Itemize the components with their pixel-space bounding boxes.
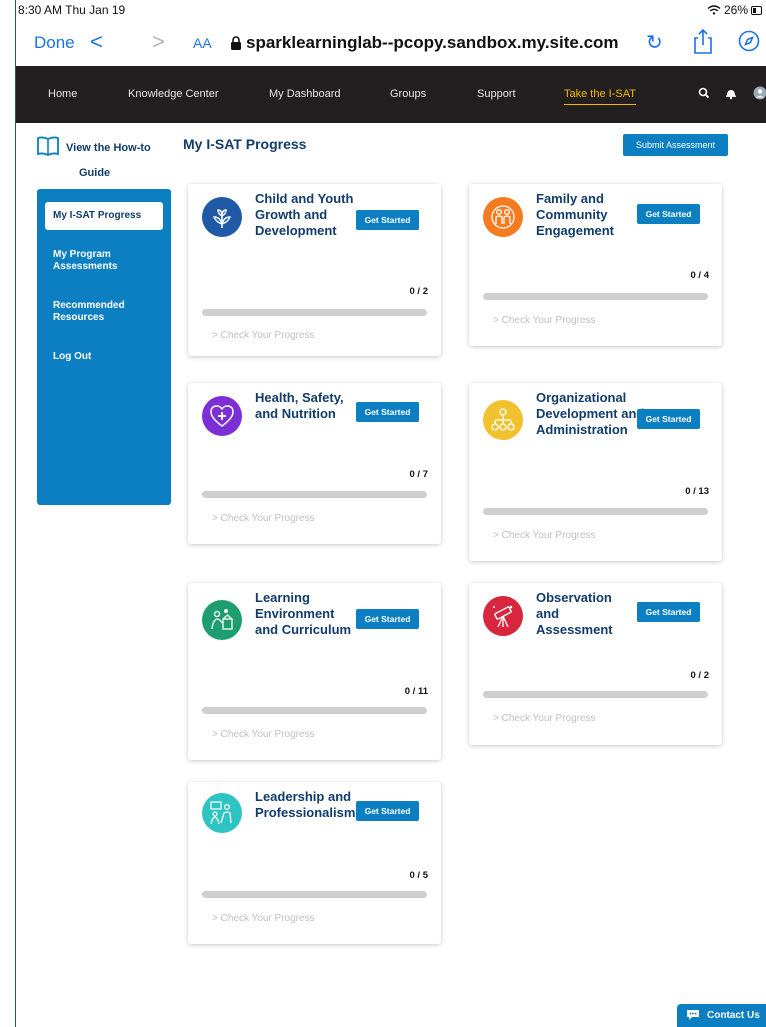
page-title: My I-SAT Progress <box>183 136 307 152</box>
get-started-button[interactable]: Get Started <box>356 210 419 230</box>
progress-bar <box>202 891 427 898</box>
nav-item-knowledge-center[interactable]: Knowledge Center <box>128 88 219 100</box>
get-started-button[interactable]: Get Started <box>356 801 419 821</box>
assessment-card: Observation and Assessment Get Started 0… <box>469 583 722 745</box>
get-started-button[interactable]: Get Started <box>637 204 700 224</box>
progress-count: 0 / 2 <box>690 670 710 681</box>
check-progress-link[interactable]: > Check Your Progress <box>493 530 596 541</box>
nav-item-my-dashboard[interactable]: My Dashboard <box>269 88 341 100</box>
page-frame-left <box>15 0 16 1027</box>
check-progress-link[interactable]: > Check Your Progress <box>493 713 596 724</box>
get-started-button[interactable]: Get Started <box>637 602 700 622</box>
avatar-icon[interactable] <box>753 86 766 100</box>
bell-icon[interactable] <box>724 86 738 100</box>
assessment-card: Learning Environment and Curriculum Get … <box>188 583 441 760</box>
sidebar-item-my-program-assessments[interactable]: My Program Assessments <box>53 249 145 273</box>
progress-count: 0 / 11 <box>404 686 428 697</box>
how-to-guide-line2: Guide <box>79 167 111 179</box>
sprout-icon <box>202 197 242 237</box>
heart-plus-icon <box>202 396 242 436</box>
done-button[interactable]: Done <box>34 33 75 53</box>
progress-bar <box>483 293 708 300</box>
status-right: 26% <box>707 3 762 17</box>
site-nav: Home Knowledge Center My Dashboard Group… <box>16 66 766 123</box>
search-icon[interactable] <box>697 86 711 100</box>
get-started-button[interactable]: Get Started <box>356 402 419 422</box>
progress-bar <box>483 508 708 515</box>
compass-icon[interactable] <box>738 30 760 52</box>
card-title: Leadership and Professionalism <box>255 789 356 820</box>
back-button[interactable]: < <box>90 29 103 55</box>
contact-us-label: Contact Us <box>707 1010 760 1021</box>
assessment-card: Organizational Development and Administr… <box>469 383 722 561</box>
battery-percent: 26% <box>723 3 748 17</box>
book-icon <box>37 136 59 156</box>
family-icon <box>483 197 523 237</box>
learning-icon <box>202 600 242 640</box>
check-progress-link[interactable]: > Check Your Progress <box>212 513 315 524</box>
text-size-button[interactable]: AA <box>193 35 212 51</box>
org-chart-icon <box>483 400 523 440</box>
nav-item-support[interactable]: Support <box>477 88 516 100</box>
assessment-card: Family and Community Engagement Get Star… <box>469 184 722 346</box>
how-to-guide-line1: View the How-to <box>66 142 151 154</box>
progress-count: 0 / 7 <box>409 469 429 480</box>
sidebar: My I-SAT Progress My Program Assessments… <box>37 189 171 505</box>
progress-count: 0 / 2 <box>409 286 429 297</box>
check-progress-link[interactable]: > Check Your Progress <box>212 729 315 740</box>
assessment-card: Leadership and Professionalism Get Start… <box>188 782 441 944</box>
assessment-card: Health, Safety, and Nutrition Get Starte… <box>188 383 441 544</box>
progress-bar <box>202 309 427 316</box>
sidebar-item-my-isat-progress[interactable]: My I-SAT Progress <box>45 202 163 230</box>
check-progress-link[interactable]: > Check Your Progress <box>493 315 596 326</box>
get-started-button[interactable]: Get Started <box>637 409 700 429</box>
progress-bar <box>202 707 427 714</box>
status-time: 8:30 AM Thu Jan 19 <box>18 3 126 17</box>
sidebar-item-log-out[interactable]: Log Out <box>53 351 91 363</box>
telescope-icon <box>483 596 523 636</box>
card-title: Family and Community Engagement <box>536 191 615 238</box>
wifi-icon <box>707 5 721 15</box>
nav-item-home[interactable]: Home <box>48 88 77 100</box>
lock-icon <box>231 36 241 50</box>
forward-button[interactable]: > <box>152 29 165 55</box>
safari-toolbar: Done < > AA sparklearninglab--pcopy.sand… <box>16 20 766 66</box>
submit-assessment-button[interactable]: Submit Assessment <box>623 134 728 156</box>
leadership-icon <box>202 793 242 833</box>
card-title: Health, Safety, and Nutrition <box>255 390 344 421</box>
contact-us-button[interactable]: Contact Us <box>677 1004 766 1027</box>
battery-icon <box>751 5 762 15</box>
check-progress-link[interactable]: > Check Your Progress <box>212 913 315 924</box>
nav-item-groups[interactable]: Groups <box>390 88 426 100</box>
get-started-button[interactable]: Get Started <box>356 609 419 629</box>
url-field[interactable]: sparklearninglab--pcopy.sandbox.my.site.… <box>246 33 619 53</box>
card-title: Observation and Assessment <box>536 590 613 637</box>
progress-count: 0 / 13 <box>685 486 709 497</box>
ios-status-bar: 8:30 AM Thu Jan 19 26% <box>16 0 766 20</box>
nav-item-take-isat[interactable]: Take the I-SAT <box>564 88 636 105</box>
progress-count: 0 / 4 <box>690 270 710 281</box>
card-title: Child and Youth Growth and Development <box>255 191 354 238</box>
progress-bar <box>483 691 708 698</box>
reload-icon[interactable]: ↻ <box>646 30 663 55</box>
card-title: Learning Environment and Curriculum <box>255 590 352 637</box>
card-title: Organizational Development and Administr… <box>536 390 645 437</box>
progress-count: 0 / 5 <box>409 870 429 881</box>
assessment-card: Child and Youth Growth and Development G… <box>188 184 441 356</box>
progress-bar <box>202 491 427 498</box>
share-icon[interactable] <box>692 28 714 54</box>
check-progress-link[interactable]: > Check Your Progress <box>212 330 315 341</box>
sidebar-item-recommended-resources[interactable]: Recommended Resources <box>53 300 145 324</box>
chat-icon <box>687 1010 699 1020</box>
